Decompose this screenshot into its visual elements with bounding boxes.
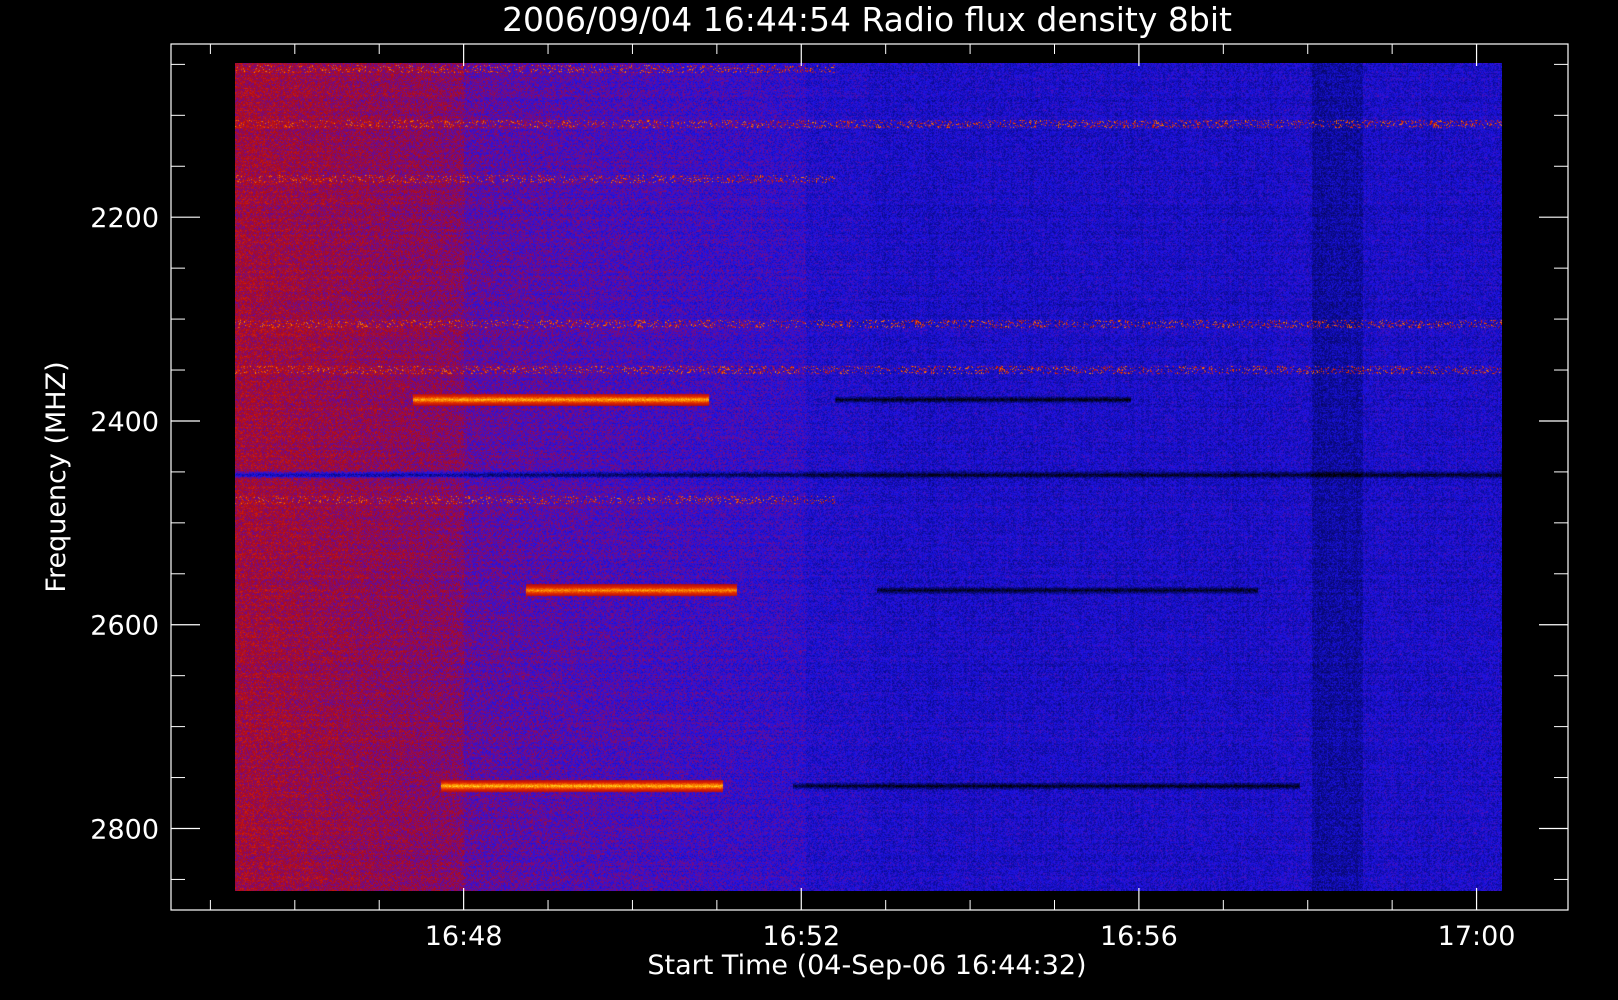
x-axis-label: Start Time (04-Sep-06 16:44:32) (647, 950, 1086, 981)
y-tick-label: 2800 (90, 814, 159, 845)
y-tick-label: 2400 (90, 407, 159, 438)
y-tick-label: 2600 (90, 611, 159, 642)
y-axis-label: Frequency (MHZ) (41, 361, 72, 592)
x-tick-label: 16:48 (425, 921, 503, 952)
chart-title: 2006/09/04 16:44:54 Radio flux density 8… (502, 0, 1232, 39)
x-tick-label: 16:52 (762, 921, 840, 952)
spectrogram-figure: 2006/09/04 16:44:54 Radio flux density 8… (0, 0, 1618, 1000)
x-tick-label: 16:56 (1100, 921, 1178, 952)
y-tick-label: 2200 (90, 203, 159, 234)
x-tick-label: 17:00 (1438, 921, 1516, 952)
spectrogram-chart: 2006/09/04 16:44:54 Radio flux density 8… (0, 0, 1618, 1000)
spectrogram-image-holder (235, 63, 1502, 891)
spectrogram-heatmap (235, 63, 1502, 891)
